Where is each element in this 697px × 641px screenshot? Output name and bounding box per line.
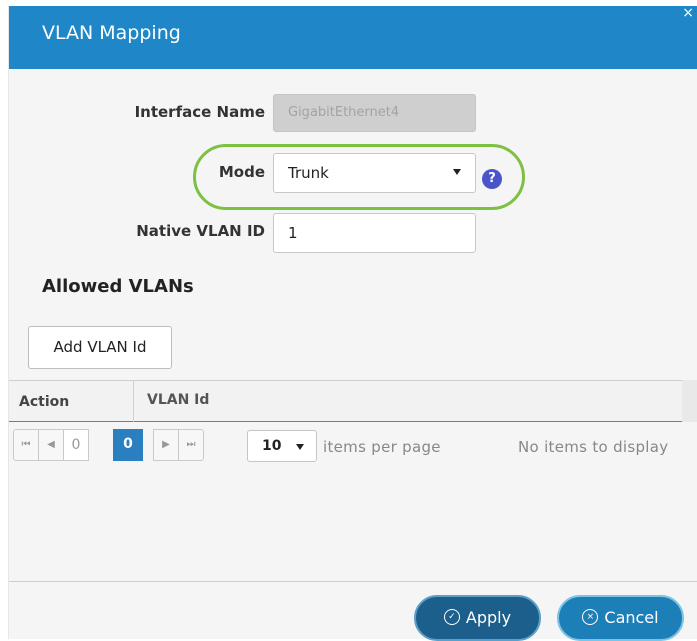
vlan-mapping-dialog: VLAN Mapping × Interface Name GigabitEth… xyxy=(8,6,697,641)
next-page-icon: ▶ xyxy=(162,439,170,450)
chevron-down-icon xyxy=(296,444,304,450)
close-icon[interactable]: × xyxy=(682,6,694,20)
previous-page-button[interactable]: ◀ xyxy=(38,429,64,461)
mode-select[interactable]: Trunk xyxy=(273,153,476,193)
apply-label: Apply xyxy=(465,608,512,627)
cancel-label: Cancel xyxy=(604,608,659,627)
first-page-button[interactable]: ⏮ xyxy=(13,429,39,461)
add-vlan-id-button[interactable]: Add VLAN Id xyxy=(28,326,172,369)
dialog-title: VLAN Mapping xyxy=(42,22,181,44)
last-page-icon: ⏭ xyxy=(186,439,196,450)
interface-name-label: Interface Name xyxy=(134,103,265,121)
mode-select-value: Trunk xyxy=(288,164,329,182)
column-divider xyxy=(133,381,134,422)
chevron-down-icon xyxy=(453,169,461,175)
page-input[interactable]: 0 xyxy=(63,429,89,461)
pager-status: No items to display xyxy=(518,438,669,456)
table-scrollbar[interactable] xyxy=(682,380,697,422)
column-header-action[interactable]: Action xyxy=(19,394,69,410)
interface-name-input: GigabitEthernet4 xyxy=(273,94,476,132)
dialog-titlebar: VLAN Mapping × xyxy=(9,6,697,69)
allowed-vlans-heading: Allowed VLANs xyxy=(42,276,194,297)
next-page-button[interactable]: ▶ xyxy=(153,429,179,461)
table-pager: ⏮ ◀ 0 0 ▶ ⏭ 10 items per page No items t… xyxy=(9,422,697,472)
items-per-page-value: 10 xyxy=(262,438,282,454)
first-page-icon: ⏮ xyxy=(21,439,31,450)
native-vlan-input[interactable]: 1 xyxy=(273,213,476,253)
native-vlan-label: Native VLAN ID xyxy=(136,222,265,240)
items-per-page-select[interactable]: 10 xyxy=(247,430,317,462)
apply-button[interactable]: ✓ Apply xyxy=(414,595,541,641)
last-page-button[interactable]: ⏭ xyxy=(178,429,204,461)
help-icon[interactable]: ? xyxy=(482,169,502,189)
mode-label: Mode xyxy=(218,163,265,181)
check-circle-icon: ✓ xyxy=(443,608,460,625)
current-page-indicator[interactable]: 0 xyxy=(113,429,143,461)
items-per-page-label: items per page xyxy=(323,438,441,456)
vlan-table-header: Action VLAN Id xyxy=(9,380,682,422)
column-header-vlan-id[interactable]: VLAN Id xyxy=(147,392,209,408)
footer-divider xyxy=(9,581,697,582)
previous-page-icon: ◀ xyxy=(47,439,55,450)
cancel-button[interactable]: × Cancel xyxy=(557,595,684,641)
x-circle-icon: × xyxy=(582,608,599,625)
